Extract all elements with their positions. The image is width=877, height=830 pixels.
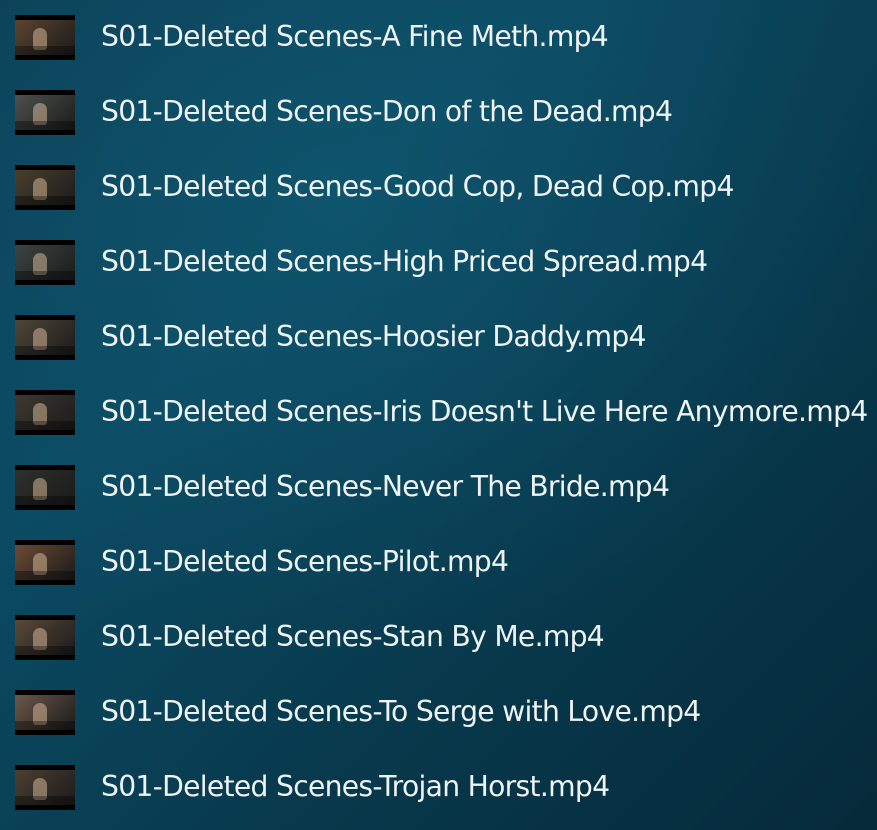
file-name: S01-Deleted Scenes-High Priced Spread.mp… <box>101 244 708 278</box>
thumbnail-frame <box>15 19 75 55</box>
video-thumbnail <box>15 314 75 360</box>
list-item[interactable]: S01-Deleted Scenes-Iris Doesn't Live Her… <box>0 374 877 449</box>
file-list: S01-Deleted Scenes-A Fine Meth.mp4 S01-D… <box>0 0 877 830</box>
thumbnail-frame <box>15 619 75 655</box>
video-thumbnail <box>15 89 75 135</box>
thumbnail-frame <box>15 544 75 580</box>
video-thumbnail <box>15 464 75 510</box>
file-name: S01-Deleted Scenes-Pilot.mp4 <box>101 544 509 578</box>
video-thumbnail <box>15 539 75 585</box>
thumbnail-frame <box>15 319 75 355</box>
video-thumbnail <box>15 14 75 60</box>
thumbnail-frame <box>15 244 75 280</box>
video-thumbnail <box>15 239 75 285</box>
file-name: S01-Deleted Scenes-A Fine Meth.mp4 <box>101 19 609 53</box>
file-name: S01-Deleted Scenes-Hoosier Daddy.mp4 <box>101 319 646 353</box>
list-item[interactable]: S01-Deleted Scenes-Don of the Dead.mp4 <box>0 74 877 149</box>
thumbnail-frame <box>15 169 75 205</box>
list-item[interactable]: S01-Deleted Scenes-Stan By Me.mp4 <box>0 599 877 674</box>
file-name: S01-Deleted Scenes-Stan By Me.mp4 <box>101 619 605 653</box>
list-item[interactable]: S01-Deleted Scenes-To Serge with Love.mp… <box>0 674 877 749</box>
video-thumbnail <box>15 764 75 810</box>
video-thumbnail <box>15 689 75 735</box>
file-name: S01-Deleted Scenes-To Serge with Love.mp… <box>101 694 701 728</box>
list-item[interactable]: S01-Deleted Scenes-A Fine Meth.mp4 <box>0 0 877 74</box>
thumbnail-frame <box>15 769 75 805</box>
file-name: S01-Deleted Scenes-Iris Doesn't Live Her… <box>101 394 868 428</box>
list-item[interactable]: S01-Deleted Scenes-Good Cop, Dead Cop.mp… <box>0 149 877 224</box>
list-item[interactable]: S01-Deleted Scenes-Pilot.mp4 <box>0 524 877 599</box>
thumbnail-frame <box>15 94 75 130</box>
video-thumbnail <box>15 614 75 660</box>
file-name: S01-Deleted Scenes-Good Cop, Dead Cop.mp… <box>101 169 734 203</box>
file-name: S01-Deleted Scenes-Never The Bride.mp4 <box>101 469 670 503</box>
file-name: S01-Deleted Scenes-Trojan Horst.mp4 <box>101 769 610 803</box>
thumbnail-frame <box>15 469 75 505</box>
list-item[interactable]: S01-Deleted Scenes-Never The Bride.mp4 <box>0 449 877 524</box>
list-item[interactable]: S01-Deleted Scenes-High Priced Spread.mp… <box>0 224 877 299</box>
video-thumbnail <box>15 389 75 435</box>
thumbnail-frame <box>15 394 75 430</box>
thumbnail-frame <box>15 694 75 730</box>
video-thumbnail <box>15 164 75 210</box>
file-name: S01-Deleted Scenes-Don of the Dead.mp4 <box>101 94 673 128</box>
list-item[interactable]: S01-Deleted Scenes-Hoosier Daddy.mp4 <box>0 299 877 374</box>
list-item[interactable]: S01-Deleted Scenes-Trojan Horst.mp4 <box>0 749 877 824</box>
